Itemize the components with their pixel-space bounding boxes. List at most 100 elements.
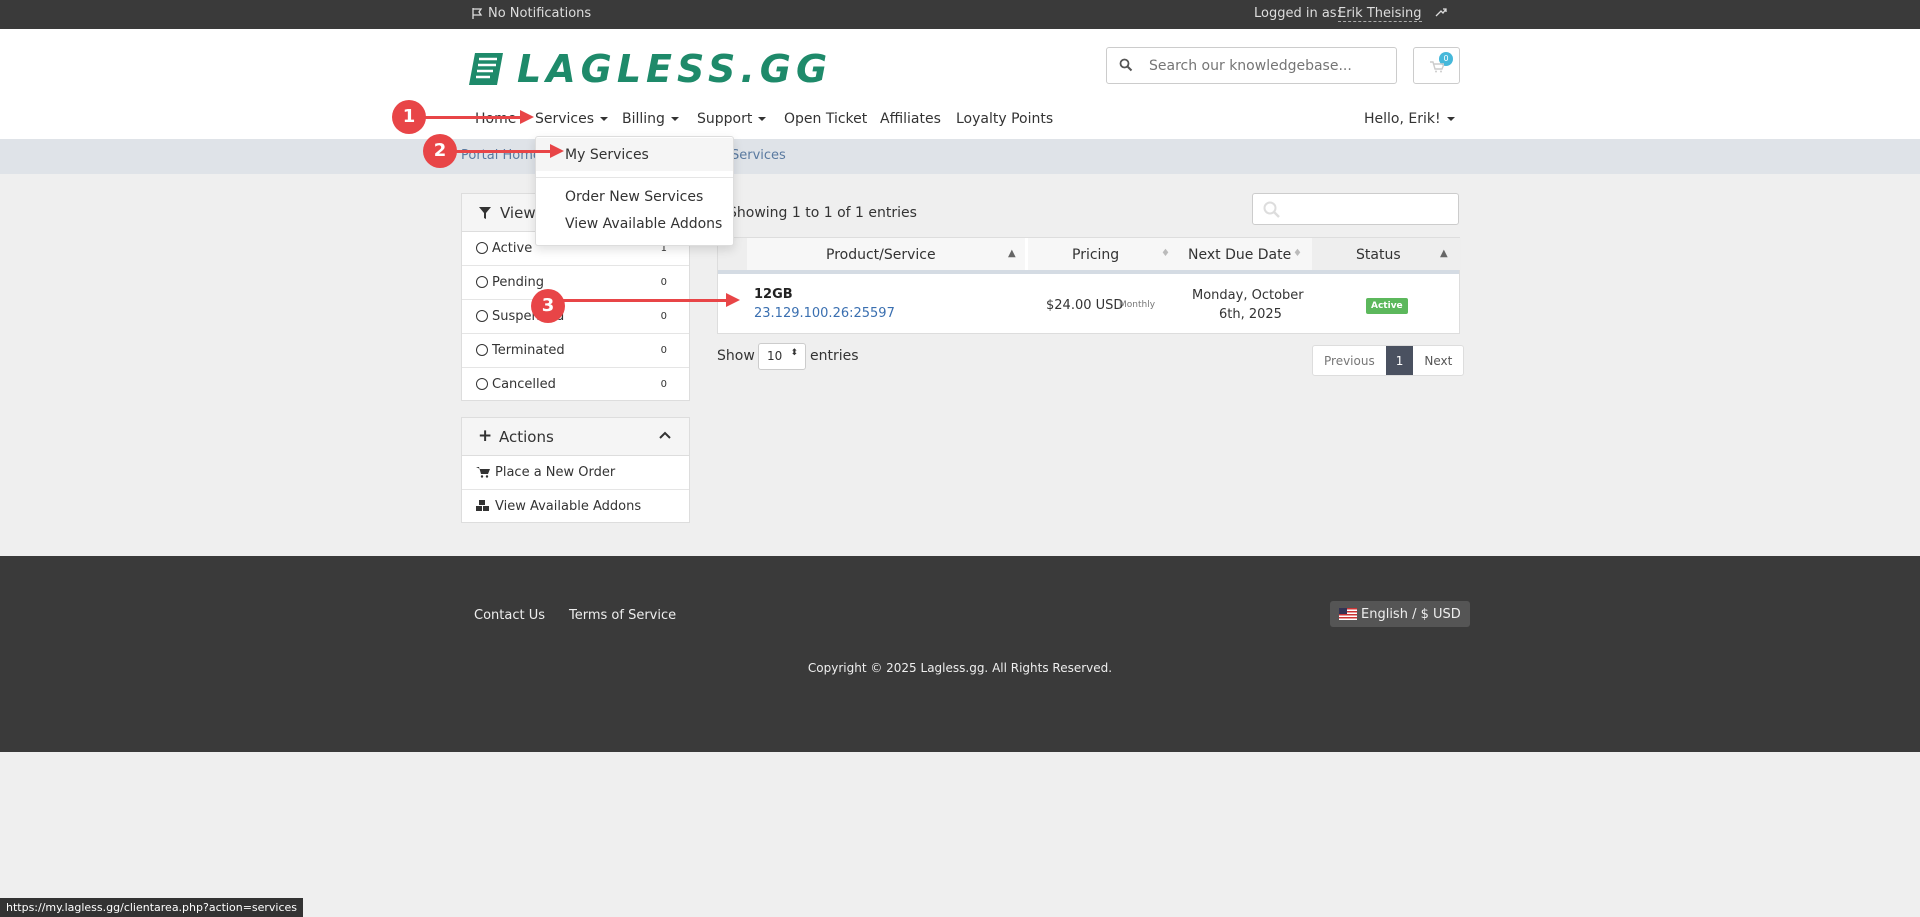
col-product[interactable]: Product/Service: [826, 247, 936, 263]
filter-label: Cancelled: [492, 377, 556, 392]
plus-icon: +: [478, 426, 493, 446]
cart-icon: [1430, 61, 1444, 73]
view-panel-title: View: [500, 204, 536, 222]
cart-button[interactable]: 0: [1413, 47, 1460, 84]
chevron-down-icon: [600, 117, 609, 121]
top-bar: No Notifications Logged in as: Erik Thei…: [0, 0, 1920, 29]
sort-up-icon: ▲: [1440, 248, 1448, 259]
language-currency-button[interactable]: English / $ USD: [1330, 601, 1470, 627]
sort-icon: ♦: [1293, 248, 1302, 259]
nav-affiliates[interactable]: Affiliates: [880, 111, 941, 127]
table-header: Product/Service ▲ Pricing ♦ Next Due Dat…: [718, 238, 1461, 274]
footer: Contact Us Terms of Service English / $ …: [0, 556, 1920, 752]
menu-view-addons[interactable]: View Available Addons: [536, 216, 733, 232]
filter-terminated[interactable]: Terminated 0: [462, 334, 689, 368]
show-label: Show: [717, 348, 755, 364]
actions-panel: + Actions Place a New Order View Availab…: [461, 417, 690, 523]
actions-panel-title: Actions: [499, 428, 554, 446]
annotation-marker-3: 3: [531, 289, 565, 323]
menu-my-services[interactable]: My Services: [536, 138, 733, 171]
nav-loyalty-points[interactable]: Loyalty Points: [956, 111, 1053, 127]
filter-count: 0: [660, 311, 667, 322]
copyright: Copyright © 2025 Lagless.gg. All Rights …: [807, 661, 1113, 675]
col-status[interactable]: Status: [1356, 247, 1401, 263]
breadcrumb-current: Services: [731, 148, 786, 163]
chevron-down-icon: [758, 117, 767, 121]
filter-label: Pending: [492, 275, 544, 290]
nav-account-menu[interactable]: Hello, Erik!: [1364, 111, 1455, 127]
us-flag-icon: [1339, 608, 1357, 620]
radio-icon: [476, 378, 488, 390]
logged-in-label: Logged in as:: [1254, 6, 1341, 21]
page-length-select[interactable]: 10 ⬍: [758, 343, 806, 370]
table-search-input[interactable]: [1252, 193, 1459, 225]
action-label: View Available Addons: [495, 499, 642, 514]
filter-count: 0: [660, 277, 667, 288]
filter-cancelled[interactable]: Cancelled 0: [462, 368, 689, 402]
nav-billing[interactable]: Billing: [622, 111, 679, 127]
actions-panel-header[interactable]: + Actions: [462, 418, 689, 456]
filter-pending[interactable]: Pending 0: [462, 266, 689, 300]
page-length-value: 10: [767, 349, 783, 363]
footer-contact-link[interactable]: Contact Us: [474, 608, 545, 623]
product-name: 12GB: [754, 287, 793, 302]
knowledgebase-search[interactable]: [1106, 47, 1397, 84]
action-label: Place a New Order: [495, 465, 616, 480]
annotation-arrow-line: [424, 116, 522, 119]
billing-cycle: Monthly: [1119, 300, 1156, 310]
nav-services[interactable]: Services: [535, 111, 609, 127]
sort-up-icon: ▲: [1008, 248, 1016, 259]
annotation-arrow-line: [455, 150, 553, 153]
nav-billing-label: Billing: [622, 111, 665, 127]
pager-page-1[interactable]: 1: [1385, 346, 1414, 375]
flag-icon: [472, 8, 483, 19]
user-name-link[interactable]: Erik Theising: [1338, 6, 1422, 22]
table-info-text: Showing 1 to 1 of 1 entries: [728, 205, 917, 221]
status-badge: Active: [1366, 298, 1408, 314]
pager-previous[interactable]: Previous: [1313, 346, 1386, 375]
due-date-line2: 6th, 2025: [1219, 307, 1282, 322]
sort-icon: ♦: [1161, 248, 1170, 259]
product-address[interactable]: 23.129.100.26:25597: [754, 306, 895, 321]
search-icon: [1263, 201, 1280, 218]
entries-label: entries: [810, 348, 859, 364]
nav-home[interactable]: Home: [475, 111, 516, 127]
chevron-down-icon: [670, 117, 679, 121]
footer-terms-link[interactable]: Terms of Service: [569, 608, 676, 623]
notifications-link[interactable]: No Notifications: [471, 6, 591, 21]
filter-icon: [479, 207, 491, 219]
filter-suspended[interactable]: Suspended 0: [462, 300, 689, 334]
filter-label: Active: [492, 241, 533, 256]
cart-icon: [476, 467, 490, 478]
annotation-marker-2: 2: [423, 134, 457, 168]
knowledgebase-search-input[interactable]: [1147, 55, 1387, 77]
pager-next[interactable]: Next: [1413, 346, 1463, 375]
radio-icon: [476, 276, 488, 288]
services-dropdown-menu: My Services Order New Services View Avai…: [535, 136, 734, 246]
filter-count: 0: [660, 345, 667, 356]
logo-text: LAGLESS.GG: [517, 47, 833, 91]
radio-icon: [476, 242, 488, 254]
menu-divider: [536, 177, 733, 178]
col-next-due[interactable]: Next Due Date: [1188, 247, 1291, 263]
filter-label: Terminated: [492, 343, 565, 358]
radio-icon: [476, 344, 488, 356]
filter-count: 0: [660, 379, 667, 390]
status-bar-url: https://my.lagless.gg/clientarea.php?act…: [0, 898, 304, 917]
annotation-marker-1: 1: [392, 100, 426, 134]
radio-icon: [476, 310, 488, 322]
menu-order-new-services[interactable]: Order New Services: [536, 189, 733, 205]
price: $24.00 USD: [1046, 298, 1124, 313]
arrow-right-icon: [520, 110, 534, 124]
logo[interactable]: LAGLESS.GG: [467, 47, 832, 91]
nav-open-ticket[interactable]: Open Ticket: [784, 111, 867, 127]
action-place-order[interactable]: Place a New Order: [462, 456, 689, 490]
return-to-admin-icon[interactable]: [1434, 5, 1448, 23]
chevron-up-icon[interactable]: [659, 431, 671, 439]
column-divider: [1025, 238, 1028, 270]
action-view-addons[interactable]: View Available Addons: [462, 490, 689, 524]
arrow-right-icon: [726, 293, 740, 307]
nav-support[interactable]: Support: [697, 111, 767, 127]
col-pricing[interactable]: Pricing: [1072, 247, 1119, 263]
select-arrows-icon: ⬍: [790, 348, 798, 358]
